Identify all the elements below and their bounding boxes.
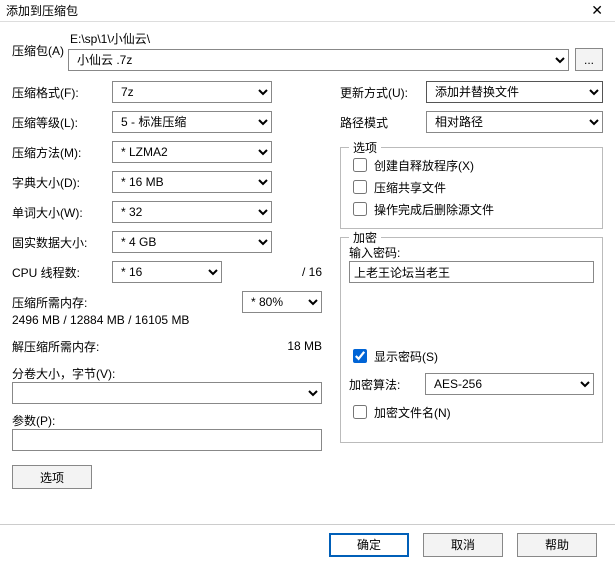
delete-checkbox[interactable] — [353, 202, 367, 216]
sfx-checkbox-row[interactable]: 创建自释放程序(X) — [349, 154, 594, 176]
options-group-title: 选项 — [349, 139, 381, 156]
algo-label: 加密算法: — [349, 376, 419, 393]
options-button[interactable]: 选项 — [12, 465, 92, 489]
encrypt-names-checkbox[interactable] — [353, 405, 367, 419]
shared-checkbox[interactable] — [353, 180, 367, 194]
sfx-checkbox[interactable] — [353, 158, 367, 172]
word-label: 单词大小(W): — [12, 204, 106, 221]
shared-checkbox-row[interactable]: 压缩共享文件 — [349, 176, 594, 198]
mem-decomp-value: 18 MB — [287, 339, 322, 353]
delete-checkbox-row[interactable]: 操作完成后删除源文件 — [349, 198, 594, 220]
sfx-label: 创建自释放程序(X) — [374, 157, 474, 174]
solid-select[interactable]: * 4 GB — [112, 231, 272, 253]
show-password-row[interactable]: 显示密码(S) — [349, 345, 594, 367]
params-label: 参数(P): — [12, 412, 322, 429]
archive-folder-path: E:\sp\1\小仙云\ — [68, 30, 603, 47]
password-input[interactable] — [349, 261, 594, 283]
dict-label: 字典大小(D): — [12, 174, 106, 191]
level-select[interactable]: 5 - 标准压缩 — [112, 111, 272, 133]
close-icon[interactable]: ✕ — [585, 2, 609, 19]
delete-label: 操作完成后删除源文件 — [374, 201, 494, 218]
word-select[interactable]: * 32 — [112, 201, 272, 223]
mem-decomp-label: 解压缩所需内存: — [12, 338, 281, 355]
cpu-label: CPU 线程数: — [12, 264, 106, 281]
shared-label: 压缩共享文件 — [374, 179, 446, 196]
cancel-button[interactable]: 取消 — [423, 533, 503, 557]
encrypt-names-label: 加密文件名(N) — [374, 404, 451, 421]
format-label: 压缩格式(F): — [12, 84, 106, 101]
archive-filename-select[interactable]: 小仙云 .7z — [68, 49, 569, 71]
method-select[interactable]: * LZMA2 — [112, 141, 272, 163]
cpu-select[interactable]: * 16 — [112, 261, 222, 283]
dict-select[interactable]: * 16 MB — [112, 171, 272, 193]
archive-label: 压缩包(A) — [12, 42, 68, 59]
cpu-total: / 16 — [234, 265, 322, 279]
show-password-label: 显示密码(S) — [374, 348, 438, 365]
pathmode-select[interactable]: 相对路径 — [426, 111, 603, 133]
browse-button[interactable]: ... — [575, 48, 603, 71]
window-title: 添加到压缩包 — [6, 2, 78, 19]
encrypt-group-title: 加密 — [349, 229, 381, 246]
password-label: 输入密码: — [349, 244, 594, 261]
update-label: 更新方式(U): — [340, 84, 420, 101]
algo-select[interactable]: AES-256 — [425, 373, 594, 395]
format-select[interactable]: 7z — [112, 81, 272, 103]
level-label: 压缩等级(L): — [12, 114, 106, 131]
help-button[interactable]: 帮助 — [517, 533, 597, 557]
ok-button[interactable]: 确定 — [329, 533, 409, 557]
split-select[interactable] — [12, 382, 322, 404]
pathmode-label: 路径模式 — [340, 114, 420, 131]
mem-comp-values: 2496 MB / 12884 MB / 16105 MB — [12, 313, 322, 327]
method-label: 压缩方法(M): — [12, 144, 106, 161]
params-input[interactable] — [12, 429, 322, 451]
mem-comp-label: 压缩所需内存: — [12, 294, 242, 311]
encrypt-names-row[interactable]: 加密文件名(N) — [349, 401, 594, 423]
split-label: 分卷大小，字节(V): — [12, 365, 322, 382]
update-select[interactable]: 添加并替换文件 — [426, 81, 603, 103]
solid-label: 固实数据大小: — [12, 234, 106, 251]
show-password-checkbox[interactable] — [353, 349, 367, 363]
mem-comp-select[interactable]: * 80% — [242, 291, 322, 313]
